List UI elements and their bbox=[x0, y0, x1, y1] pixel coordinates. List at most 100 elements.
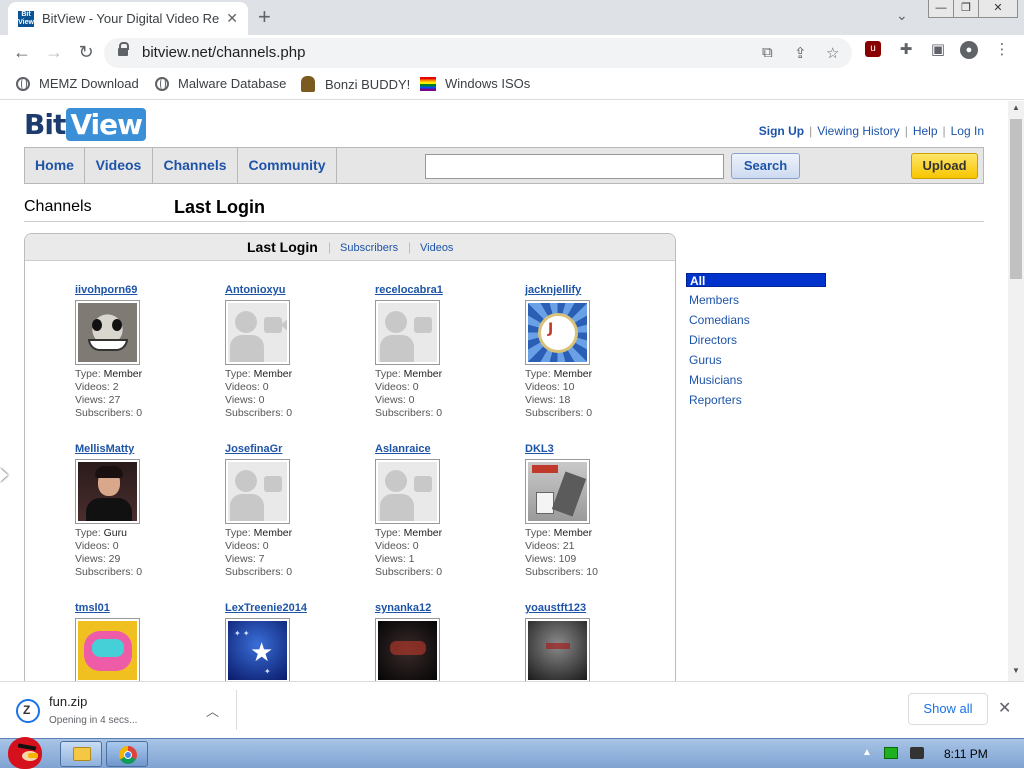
channel-name-link[interactable]: DKL3 bbox=[525, 443, 665, 456]
share-icon[interactable]: ⇪ bbox=[794, 44, 807, 62]
channel-type: Member bbox=[553, 527, 593, 539]
bookmark-memz[interactable]: MEMZ Download bbox=[16, 76, 139, 91]
bookmark-bonzi-buddy[interactable]: Bonzi BUDDY! bbox=[301, 76, 410, 92]
profile-avatar-icon[interactable]: ● bbox=[960, 41, 978, 59]
nav-home[interactable]: Home bbox=[25, 148, 85, 183]
bitview-logo[interactable]: Bit View bbox=[24, 108, 146, 141]
signup-link[interactable]: Sign Up bbox=[759, 124, 804, 138]
channel-card: yoaustft123 bbox=[525, 602, 665, 681]
show-all-button[interactable]: Show all bbox=[908, 693, 988, 725]
blocked-popup-icon[interactable]: ⧉ bbox=[762, 44, 773, 61]
start-button-angry-bird-icon[interactable] bbox=[2, 731, 50, 769]
reload-icon[interactable]: ↻ bbox=[74, 40, 98, 64]
viewing-history-link[interactable]: Viewing History bbox=[817, 124, 899, 138]
channel-name-link[interactable]: tmsl01 bbox=[75, 602, 215, 615]
channel-avatar[interactable] bbox=[525, 618, 590, 681]
back-icon[interactable]: ← bbox=[10, 40, 34, 64]
category-comedians[interactable]: Comedians bbox=[686, 313, 826, 333]
category-directors[interactable]: Directors bbox=[686, 333, 826, 353]
tab-close-icon[interactable]: ✕ bbox=[226, 10, 238, 27]
globe-icon bbox=[16, 76, 30, 91]
scroll-up-icon[interactable]: ▲ bbox=[1012, 103, 1020, 112]
url-text[interactable]: bitview.net/channels.php bbox=[142, 44, 305, 61]
page-viewport: Bit View Sign Up | Viewing History | Help | Lo… bbox=[0, 101, 1008, 681]
channel-videos: 0 bbox=[262, 540, 269, 552]
taskbar-clock[interactable]: 8:11 PM bbox=[944, 747, 988, 761]
channel-views: 1 bbox=[408, 553, 415, 565]
channel-name-link[interactable]: iivohporn69 bbox=[75, 284, 215, 297]
channel-avatar[interactable]: J bbox=[525, 300, 590, 365]
channel-avatar[interactable] bbox=[225, 300, 290, 365]
ublock-icon[interactable]: u bbox=[865, 41, 881, 57]
extensions-puzzle-icon[interactable]: ✚ bbox=[897, 41, 915, 59]
scroll-thumb[interactable] bbox=[1010, 119, 1022, 279]
channel-avatar[interactable] bbox=[75, 618, 140, 681]
nav-videos[interactable]: Videos bbox=[85, 148, 153, 183]
channel-name-link[interactable]: LexTreenie2014 bbox=[225, 602, 365, 615]
minimize-icon[interactable]: — bbox=[928, 0, 954, 18]
channel-name-link[interactable]: Antonioxyu bbox=[225, 284, 365, 297]
tab-search-chevron-icon[interactable]: ⌄ bbox=[896, 7, 908, 24]
lock-icon[interactable] bbox=[118, 42, 129, 58]
channel-avatar[interactable] bbox=[375, 300, 440, 365]
bookmark-windows-isos[interactable]: Windows ISOs bbox=[420, 76, 530, 91]
channel-videos: 0 bbox=[412, 381, 419, 393]
window-close-icon[interactable]: ✕ bbox=[978, 0, 1018, 18]
channel-avatar[interactable] bbox=[75, 300, 140, 365]
browser-tab[interactable]: Bit View BitView - Your Digital Video Re… bbox=[8, 2, 248, 35]
channel-name-link[interactable]: recelocabra1 bbox=[375, 284, 515, 297]
channel-name-link[interactable]: jacknjellify bbox=[525, 284, 665, 297]
restore-icon[interactable]: ❐ bbox=[953, 0, 979, 18]
page-scrollbar[interactable]: ▲ ▼ bbox=[1008, 101, 1024, 681]
channel-name-link[interactable]: Aslanraice bbox=[375, 443, 515, 456]
taskbar-chrome-button[interactable] bbox=[106, 741, 148, 767]
new-tab-icon[interactable]: + bbox=[258, 6, 271, 28]
channel-avatar[interactable]: ★ ✦ ✦ ✦ bbox=[225, 618, 290, 681]
speaker-icon[interactable] bbox=[910, 747, 924, 759]
channel-avatar[interactable] bbox=[225, 459, 290, 524]
search-button[interactable]: Search bbox=[731, 153, 800, 179]
category-members[interactable]: Members bbox=[686, 293, 826, 313]
channel-card: Aslanraice Type: Member Videos: 0 Views:… bbox=[375, 443, 515, 579]
download-bar-close-icon[interactable]: ✕ bbox=[998, 698, 1011, 718]
channel-views: 18 bbox=[558, 394, 571, 406]
battery-icon[interactable] bbox=[884, 747, 898, 759]
channel-avatar[interactable] bbox=[525, 459, 590, 524]
show-hidden-icons[interactable]: ▲ bbox=[862, 747, 872, 758]
bookmark-malware-database[interactable]: Malware Database bbox=[155, 76, 286, 91]
download-filename[interactable]: fun.zip bbox=[49, 694, 87, 709]
taskbar-explorer-button[interactable] bbox=[60, 741, 102, 767]
nav-channels[interactable]: Channels bbox=[153, 148, 238, 183]
download-options-chevron-icon[interactable]: ︿ bbox=[206, 701, 219, 720]
search-input[interactable] bbox=[425, 154, 724, 179]
category-reporters[interactable]: Reporters bbox=[686, 393, 826, 413]
address-bar[interactable]: bitview.net/channels.php ⧉ ⇪ ☆ bbox=[104, 38, 852, 68]
channel-avatar[interactable] bbox=[375, 459, 440, 524]
upload-button[interactable]: Upload bbox=[911, 153, 978, 179]
bookmark-star-icon[interactable]: ☆ bbox=[826, 44, 839, 62]
channel-avatar[interactable] bbox=[375, 618, 440, 681]
scroll-down-icon[interactable]: ▼ bbox=[1012, 666, 1020, 675]
nav-community[interactable]: Community bbox=[238, 148, 337, 183]
menu-kebab-icon[interactable]: ⋮ bbox=[993, 41, 1011, 59]
channel-name-link[interactable]: synanka12 bbox=[375, 602, 515, 615]
channel-videos: 0 bbox=[412, 540, 419, 552]
tab-subscribers[interactable]: Subscribers bbox=[340, 242, 398, 254]
channel-name-link[interactable]: JosefinaGr bbox=[225, 443, 365, 456]
channel-name-link[interactable]: MellisMatty bbox=[75, 443, 215, 456]
tab-videos[interactable]: Videos bbox=[420, 242, 453, 254]
category-all[interactable]: All bbox=[686, 273, 826, 288]
help-link[interactable]: Help bbox=[913, 124, 938, 138]
category-gurus[interactable]: Gurus bbox=[686, 353, 826, 373]
channel-card: jacknjellify J Type: Member Videos: 10 V… bbox=[525, 284, 665, 420]
tab-last-login[interactable]: Last Login bbox=[247, 239, 318, 255]
channel-avatar[interactable] bbox=[75, 459, 140, 524]
favicon-text-top: Bit bbox=[21, 10, 31, 18]
side-panel-icon[interactable]: ▣ bbox=[929, 41, 947, 59]
channel-name-link[interactable]: yoaustft123 bbox=[525, 602, 665, 615]
login-link[interactable]: Log In bbox=[951, 124, 984, 138]
category-musicians[interactable]: Musicians bbox=[686, 373, 826, 393]
forward-icon[interactable]: → bbox=[42, 40, 66, 64]
channel-views: 29 bbox=[108, 553, 121, 565]
bookmark-label: Bonzi BUDDY! bbox=[325, 76, 411, 92]
